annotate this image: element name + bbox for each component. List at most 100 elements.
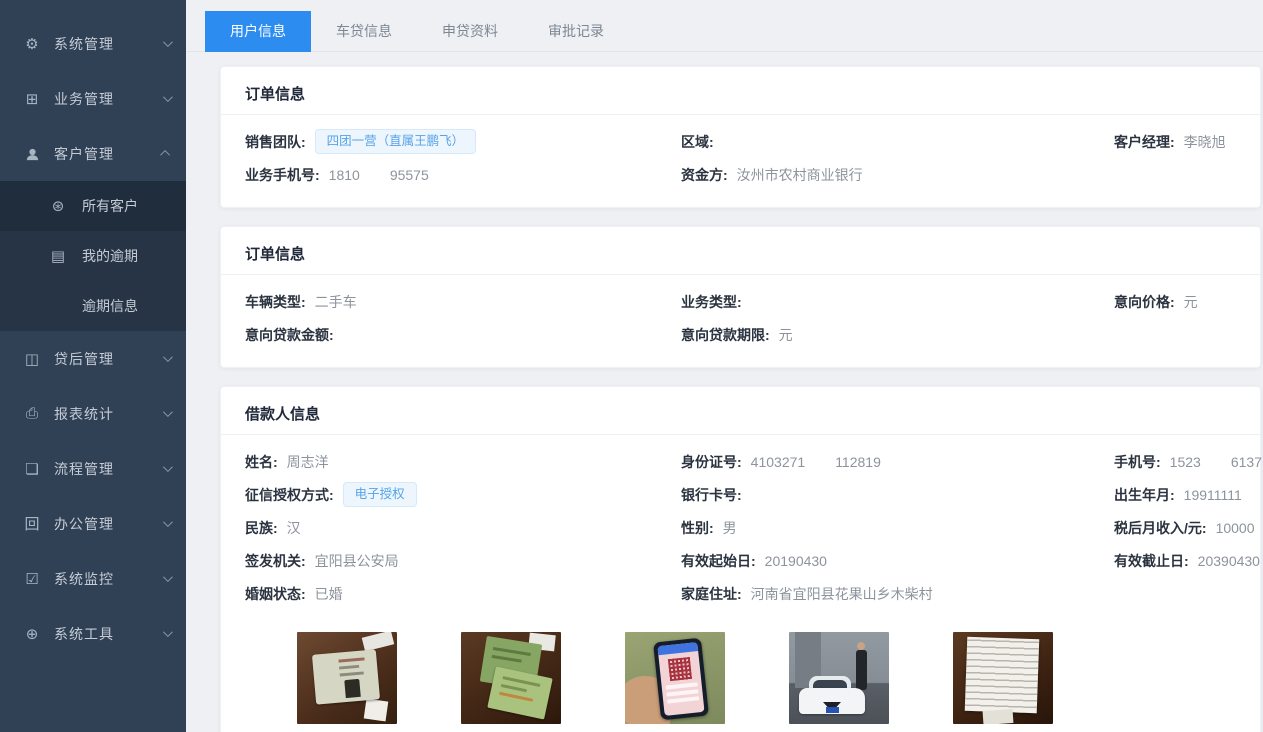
- tab-car-loan-info[interactable]: 车贷信息: [311, 11, 417, 52]
- birth-label: 出生年月:: [1114, 485, 1175, 505]
- birth-value: 19911111: [1184, 487, 1242, 503]
- customer-manager-value: 李晓旭: [1184, 132, 1226, 152]
- sales-team-label: 销售团队:: [245, 132, 306, 152]
- valid-to-label: 有效截止日:: [1114, 551, 1189, 571]
- sidebar-item-label: 业务管理: [54, 89, 163, 109]
- tab-loan-application-materials[interactable]: 申贷资料: [417, 11, 523, 52]
- chevron-down-icon: [163, 92, 173, 102]
- marital-label: 婚姻状态:: [245, 584, 306, 604]
- marital-value: 已婚: [315, 584, 343, 604]
- tools-icon: ⊕: [22, 625, 42, 643]
- id-card-photo[interactable]: [297, 632, 397, 724]
- main-content: 用户信息 车贷信息 申贷资料 审批记录 订单信息 销售团队: 四团一营（直属王鹏…: [186, 0, 1263, 732]
- sidebar-item-label: 流程管理: [54, 459, 163, 479]
- ethnicity-label: 民族:: [245, 518, 278, 538]
- tab-user-info[interactable]: 用户信息: [205, 11, 311, 52]
- flow-icon: ❏: [22, 460, 42, 478]
- sidebar-item-process-management[interactable]: ❏ 流程管理: [0, 441, 186, 496]
- gear-icon: ⚙: [22, 35, 42, 53]
- sidebar: ⚙ 系统管理 ⊞ 业务管理 客户管理 ⊛ 所有客户 ▤ 我的逾期 逾期信息 ◫: [0, 0, 186, 732]
- sidebar-item-office-management[interactable]: 回 办公管理: [0, 496, 186, 551]
- detail-tabs: 用户信息 车贷信息 申贷资料 审批记录: [186, 0, 1263, 52]
- name-value: 周志洋: [287, 452, 329, 472]
- report-icon: ⎙: [22, 405, 42, 422]
- person-car-photo[interactable]: [789, 632, 889, 724]
- sidebar-item-label: 系统管理: [54, 34, 163, 54]
- sidebar-item-business-management[interactable]: ⊞ 业务管理: [0, 71, 186, 126]
- chevron-down-icon: [163, 407, 173, 417]
- redaction-mask: [805, 453, 835, 467]
- chevron-down-icon: [163, 37, 173, 47]
- customer-manager-label: 客户经理:: [1114, 132, 1175, 152]
- card-title: 借款人信息: [221, 387, 1260, 434]
- document-photo[interactable]: [953, 632, 1053, 724]
- card-title: 订单信息: [221, 67, 1260, 114]
- sidebar-item-my-overdue[interactable]: ▤ 我的逾期: [0, 231, 186, 281]
- redaction-mask: [1201, 453, 1231, 467]
- sidebar-item-label: 办公管理: [54, 514, 163, 534]
- grid-icon: ⊞: [22, 90, 42, 108]
- book-icon: ◫: [22, 350, 42, 368]
- user-icon: [22, 145, 42, 162]
- sidebar-item-system-management[interactable]: ⚙ 系统管理: [0, 16, 186, 71]
- order-info-card-1: 订单信息 销售团队: 四团一营（直属王鹏飞） 区域: 客户经理: 李晓旭 业务手…: [220, 66, 1261, 208]
- gender-label: 性别:: [681, 518, 714, 538]
- bank-card-label: 银行卡号:: [681, 485, 742, 505]
- sidebar-item-label: 我的逾期: [82, 246, 138, 266]
- issuer-label: 签发机关:: [245, 551, 306, 571]
- sales-team-tag[interactable]: 四团一营（直属王鹏飞）: [315, 129, 477, 154]
- clients-icon: ⊛: [48, 197, 68, 215]
- credit-auth-tag[interactable]: 电子授权: [343, 482, 417, 507]
- chevron-down-icon: [163, 517, 173, 527]
- auth-qr-photo[interactable]: [625, 632, 725, 724]
- sidebar-item-system-monitor[interactable]: ☑ 系统监控: [0, 551, 186, 606]
- gender-value: 男: [723, 518, 737, 538]
- chevron-down-icon: [163, 462, 173, 472]
- photo-person-car[interactable]: 人车照: [789, 632, 889, 732]
- issuer-value: 宜阳县公安局: [315, 551, 399, 571]
- valid-to-value: 20390430: [1198, 553, 1260, 569]
- redaction-mask: [360, 166, 390, 180]
- intent-loan-term-label: 意向贷款期限:: [681, 325, 770, 345]
- tab-approval-records[interactable]: 审批记录: [523, 11, 629, 52]
- sidebar-item-label: 客户管理: [54, 144, 163, 164]
- address-value: 河南省宜阳县花果山乡木柴村: [751, 584, 933, 604]
- mobile-label: 手机号:: [1114, 452, 1161, 472]
- credit-auth-label: 征信授权方式:: [245, 485, 334, 505]
- vehicle-type-label: 车辆类型:: [245, 292, 306, 312]
- sidebar-item-all-customers[interactable]: ⊛ 所有客户: [0, 181, 186, 231]
- income-value: 10000: [1216, 520, 1255, 536]
- ethnicity-value: 汉: [287, 518, 301, 538]
- photo-household-register[interactable]: 整本户口本: [461, 632, 561, 732]
- valid-from-label: 有效起始日:: [681, 551, 756, 571]
- monitor-icon: ☑: [22, 570, 42, 588]
- intent-loan-term-value: 元: [779, 325, 793, 345]
- vehicle-type-value: 二手车: [315, 292, 357, 312]
- sidebar-item-label: 逾期信息: [82, 296, 138, 316]
- photo-handwritten-document[interactable]: 其他材料: [953, 632, 1053, 732]
- sidebar-item-label: 贷后管理: [54, 349, 163, 369]
- overdue-doc-icon: ▤: [48, 247, 68, 265]
- name-label: 姓名:: [245, 452, 278, 472]
- borrower-info-card: 借款人信息 姓名: 周志洋 身份证号: 4103271112819 手机号: 1…: [220, 386, 1261, 732]
- funder-value: 汝州市农村商业银行: [737, 165, 863, 185]
- sidebar-item-customer-management[interactable]: 客户管理: [0, 126, 186, 181]
- income-label: 税后月收入/元:: [1114, 518, 1207, 538]
- sidebar-item-label: 报表统计: [54, 404, 163, 424]
- borrower-photos: 身份证 整本户口本: [245, 610, 1250, 732]
- id-number-label: 身份证号:: [681, 452, 742, 472]
- sidebar-item-system-tools[interactable]: ⊕ 系统工具: [0, 606, 186, 661]
- sidebar-item-postloan-management[interactable]: ◫ 贷后管理: [0, 331, 186, 386]
- photo-auth-qr[interactable]: 授权信息: [625, 632, 725, 732]
- business-phone-label: 业务手机号:: [245, 165, 320, 185]
- sidebar-item-overdue-info[interactable]: 逾期信息: [0, 281, 186, 331]
- household-register-photo[interactable]: [461, 632, 561, 724]
- sidebar-item-report-statistics[interactable]: ⎙ 报表统计: [0, 386, 186, 441]
- intent-price-label: 意向价格:: [1114, 292, 1175, 312]
- intent-price-value: 元: [1184, 292, 1198, 312]
- intent-loan-amount-label: 意向贷款金额:: [245, 325, 334, 345]
- valid-from-value: 20190430: [765, 553, 827, 569]
- funder-label: 资金方:: [681, 165, 728, 185]
- card-title: 订单信息: [221, 227, 1260, 274]
- photo-id-card[interactable]: 身份证: [297, 632, 397, 732]
